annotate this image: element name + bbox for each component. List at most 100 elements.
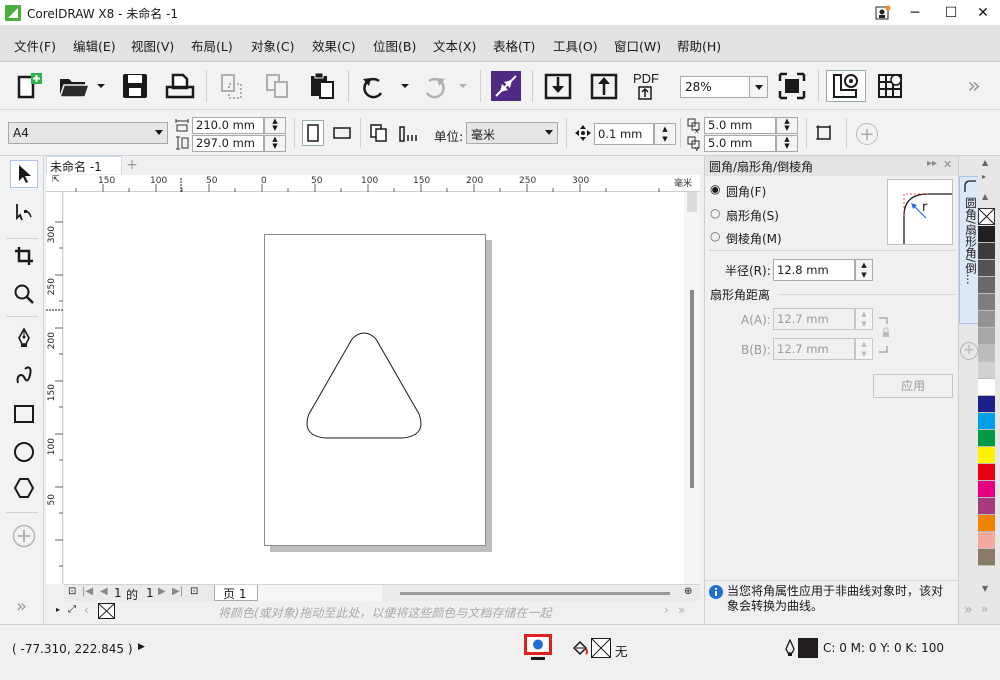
fillet-docker-tab[interactable]: 圆角/扇形角/倒... — [959, 176, 979, 324]
publish-pdf-icon[interactable]: PDF — [630, 70, 670, 102]
page-width-stepper[interactable]: ▲ ▼ — [264, 117, 286, 134]
status-expand-icon[interactable]: ▶ — [138, 642, 145, 652]
export-icon[interactable] — [586, 70, 622, 102]
full-screen-preview-icon[interactable] — [774, 70, 810, 102]
color-proofing-icon[interactable] — [523, 633, 553, 661]
duplicate-x-input[interactable]: 5.0 mm — [704, 117, 776, 134]
horizontal-scrollbar-thumb[interactable] — [400, 592, 670, 595]
palette-options-icon[interactable]: ▸ — [982, 172, 986, 181]
docker-collapse-icon[interactable]: ▸▸ — [927, 158, 937, 169]
cut-icon[interactable] — [214, 70, 248, 102]
radio-scallop[interactable]: ○ 扇形角(S) — [710, 206, 860, 224]
menu-object[interactable]: 对象(C) — [251, 36, 294, 55]
paste-icon[interactable] — [304, 70, 340, 102]
save-icon[interactable] — [118, 70, 152, 102]
show-grid-icon[interactable] — [872, 70, 908, 102]
color-swatch[interactable] — [978, 294, 995, 311]
horizontal-ruler[interactable]: ⇱ 150 100 50 0 50 100 150 200 250 300 毫米 — [46, 175, 700, 192]
show-rulers-icon[interactable] — [826, 70, 866, 102]
menu-file[interactable]: 文件(F) — [14, 36, 56, 55]
add-page-before-icon[interactable]: ⊡ — [68, 586, 76, 597]
open-document-icon[interactable] — [56, 70, 108, 102]
palette-scroll-down-icon[interactable]: ▼ — [982, 584, 988, 593]
duplicate-y-input[interactable]: 5.0 mm — [704, 135, 776, 152]
color-swatch[interactable] — [978, 532, 995, 549]
next-page-icon[interactable]: ▶ — [158, 586, 166, 597]
menu-help[interactable]: 帮助(H) — [677, 36, 721, 55]
toolbox-overflow-icon[interactable]: » — [16, 596, 27, 617]
portrait-orientation-icon[interactable] — [302, 120, 324, 146]
radio-chamfer[interactable]: ○ 倒棱角(M) — [710, 229, 860, 247]
copy-icon[interactable] — [260, 70, 294, 102]
units-dropdown[interactable]: 毫米 — [466, 122, 558, 144]
page-height-stepper[interactable]: ▲ ▼ — [264, 135, 286, 152]
scrollbar-thumb[interactable] — [690, 290, 694, 488]
zoom-navigator-icon[interactable]: ⊕ — [684, 586, 692, 597]
color-swatch[interactable] — [978, 464, 995, 481]
radius-stepper[interactable]: ▲ ▼ — [855, 259, 873, 281]
color-swatch[interactable] — [978, 413, 995, 430]
color-swatch[interactable] — [978, 226, 995, 243]
maximize-button[interactable]: ☐ — [934, 0, 968, 26]
color-swatch[interactable] — [978, 243, 995, 260]
lock-ratio-icon[interactable] — [877, 314, 891, 356]
radio-fillet[interactable]: ◉ 圆角(F) — [710, 182, 860, 200]
import-icon[interactable] — [540, 70, 576, 102]
menu-table[interactable]: 表格(T) — [493, 36, 535, 55]
scroll-right-icon[interactable]: › — [664, 603, 669, 617]
eyedropper-icon[interactable]: ⤢ — [68, 604, 76, 615]
color-swatch[interactable] — [978, 277, 995, 294]
duplicate-x-stepper[interactable]: ▲ ▼ — [776, 117, 798, 134]
outline-color-swatch[interactable] — [798, 638, 818, 658]
add-docker-icon[interactable]: + — [960, 342, 978, 360]
toolbar-overflow-icon[interactable]: » — [958, 70, 990, 102]
fill-none-swatch[interactable] — [591, 638, 611, 658]
new-tab-icon[interactable]: + — [124, 157, 140, 174]
color-swatch[interactable] — [978, 345, 995, 362]
pick-tool-icon[interactable] — [10, 160, 38, 188]
menu-bitmaps[interactable]: 位图(B) — [373, 36, 416, 55]
freehand-tool-icon[interactable] — [10, 324, 38, 352]
ellipse-tool-icon[interactable] — [10, 438, 38, 466]
docker-close-icon[interactable]: ✕ — [943, 158, 952, 171]
add-property-icon[interactable]: + — [856, 123, 878, 145]
color-swatch[interactable] — [978, 430, 995, 447]
color-swatch[interactable] — [978, 362, 995, 379]
docker-overflow-icon[interactable]: » — [964, 602, 973, 618]
first-page-icon[interactable]: |◀ — [82, 586, 93, 597]
menu-window[interactable]: 窗口(W) — [614, 36, 661, 55]
landscape-orientation-icon[interactable] — [330, 120, 354, 146]
add-page-after-icon[interactable]: ⊡ — [190, 586, 198, 597]
drawing-canvas[interactable] — [64, 192, 684, 584]
print-icon[interactable] — [162, 70, 198, 102]
distance-b-input[interactable]: 12.7 mm — [773, 338, 855, 360]
menu-view[interactable]: 视图(V) — [131, 36, 174, 55]
color-swatch[interactable] — [978, 515, 995, 532]
close-button[interactable]: ✕ — [966, 0, 1000, 26]
duplicate-y-stepper[interactable]: ▲ ▼ — [776, 135, 798, 152]
add-tool-icon[interactable] — [10, 522, 38, 550]
color-swatch[interactable] — [978, 311, 995, 328]
palette-scroll-up-icon[interactable]: ▲ — [982, 192, 988, 201]
palette-scroll-up-icon[interactable]: ▲ — [982, 158, 988, 167]
prev-page-icon[interactable]: ◀ — [100, 586, 108, 597]
no-color-swatch[interactable] — [98, 603, 115, 619]
color-swatch[interactable] — [978, 379, 995, 396]
new-document-icon[interactable] — [12, 70, 46, 102]
last-page-icon[interactable]: ▶| — [172, 586, 183, 597]
palette-expand-icon[interactable]: » — [981, 602, 988, 616]
color-swatch[interactable] — [978, 260, 995, 277]
page-height-input[interactable]: 297.0 mm — [192, 135, 264, 152]
document-tab[interactable]: 未命名 -1 — [46, 156, 122, 174]
page-border-icon[interactable] — [812, 121, 836, 145]
page-tab[interactable]: 页 1 — [214, 585, 258, 601]
expand-palette-icon[interactable]: » — [678, 603, 685, 617]
zoom-level-dropdown[interactable]: 28% — [680, 76, 768, 98]
account-icon[interactable] — [866, 0, 900, 26]
menu-tools[interactable]: 工具(O) — [553, 36, 598, 55]
redo-icon[interactable] — [418, 70, 474, 102]
distance-b-stepper[interactable]: ▲ ▼ — [855, 338, 873, 360]
nudge-distance-input[interactable]: 0.1 mm — [594, 123, 654, 145]
menu-edit[interactable]: 编辑(E) — [73, 36, 116, 55]
polygon-tool-icon[interactable] — [10, 474, 38, 502]
